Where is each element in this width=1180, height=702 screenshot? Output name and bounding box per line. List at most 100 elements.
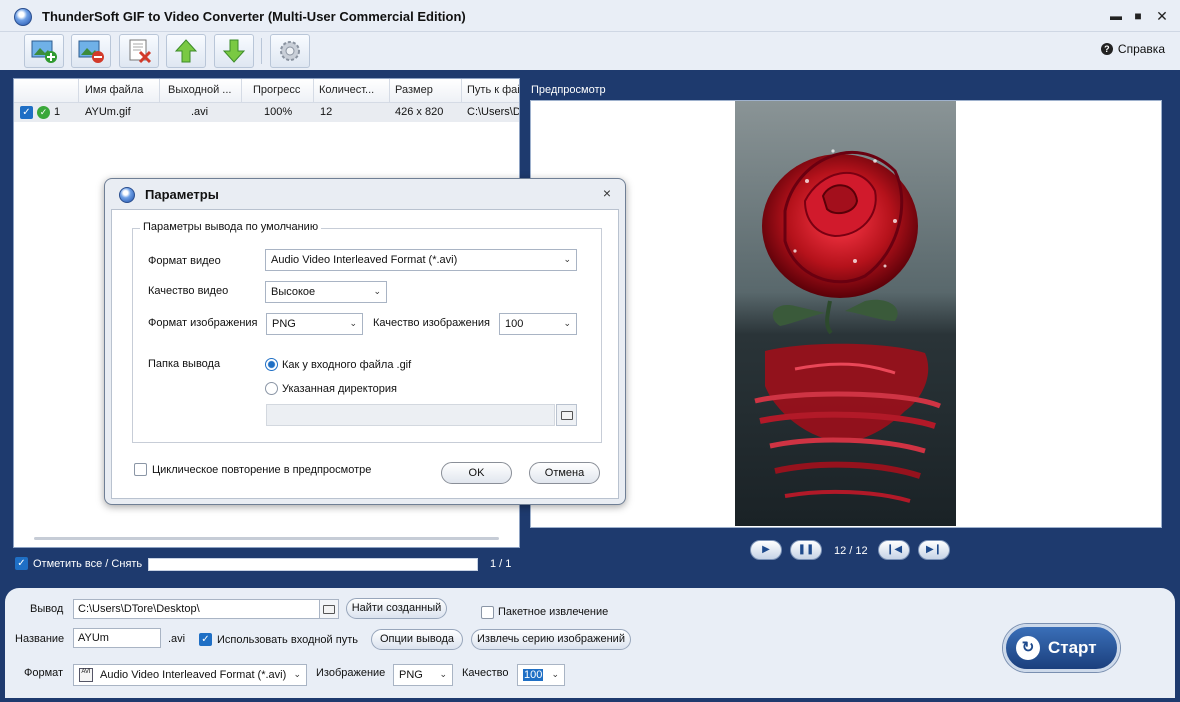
quality-select[interactable]: 100 ⌄ [517,664,565,686]
status-ok-icon: ✓ [37,106,50,119]
frame-counter: 12 / 12 [834,545,868,557]
preview-image [735,101,956,526]
video-quality-select[interactable]: Высокое ⌄ [265,281,387,303]
column-header-output[interactable]: Выходной ... [168,84,242,96]
row-checkbox[interactable]: ✓ [20,106,33,119]
cancel-button[interactable]: Отмена [529,462,600,484]
output-folder-label: Папка вывода [148,358,221,370]
dialog-image-format-select[interactable]: PNG ⌄ [266,313,363,335]
next-frame-button[interactable]: ▶❙ [918,540,950,560]
window-title: ThunderSoft GIF to Video Converter (Mult… [42,9,466,24]
column-header-progress[interactable]: Прогресс [253,84,313,96]
video-format-value: Audio Video Interleaved Format (*.avi) [271,254,458,266]
column-separator[interactable] [241,79,242,103]
row-progress: 100% [264,106,293,118]
prev-frame-button[interactable]: ❙◀ [878,540,910,560]
row-name: AYUm.gif [85,106,131,118]
column-header-name[interactable]: Имя файла [85,84,155,96]
start-label: Старт [1048,638,1097,657]
row-index: 1 [54,106,61,118]
output-label: Вывод [30,603,64,615]
add-file-button[interactable] [24,34,64,68]
move-down-button[interactable] [214,34,254,68]
loop-preview-checkbox[interactable] [134,463,147,476]
progress-bar [148,558,478,571]
browse-output-button[interactable] [319,599,339,619]
maximize-icon[interactable]: ■ [1130,8,1146,24]
folder-icon [323,605,335,614]
start-button[interactable]: ↻ Старт [1003,624,1120,672]
group-title: Параметры вывода по умолчанию [140,221,322,233]
refresh-icon: ↻ [1016,636,1040,660]
browse-directory-button[interactable] [556,404,577,426]
video-format-select[interactable]: Audio Video Interleaved Format (*.avi) ⌄ [265,249,577,271]
move-up-button[interactable] [166,34,206,68]
image-format-value: PNG [399,669,423,681]
preview-label: Предпросмотр [531,84,606,96]
image-quality-value: 100 [505,318,524,330]
format-select[interactable]: AVI Audio Video Interleaved Format (*.av… [73,664,307,686]
custom-directory-field[interactable] [266,404,555,426]
arrow-up-icon [174,39,198,63]
remove-file-button[interactable] [71,34,111,68]
image-format-select[interactable]: PNG ⌄ [393,664,453,686]
chevron-down-icon: ⌄ [293,669,301,679]
avi-format-icon: AVI [79,668,93,682]
clear-list-button[interactable] [119,34,159,68]
gear-icon [280,41,300,61]
radio-custom-directory[interactable] [265,382,278,395]
name-field[interactable]: AYUm [73,628,161,648]
minimize-icon[interactable]: ▬ [1108,8,1124,24]
file-list-header: Имя файла Выходной ... Прогресс Количест… [14,79,519,103]
dialog-image-format-value: PNG [272,318,296,330]
add-image-icon [31,40,57,63]
batch-extract-checkbox[interactable] [481,606,494,619]
find-created-button[interactable]: Найти созданный [346,598,447,619]
batch-extract-label: Пакетное извлечение [498,606,609,618]
name-label: Название [15,633,65,645]
radio-same-as-input-label: Как у входного файла .gif [282,359,412,371]
chevron-down-icon: ⌄ [373,286,381,296]
column-separator[interactable] [461,79,462,103]
image-quality-label: Качество изображения [373,317,490,329]
help-link[interactable]: ? Справка [1100,42,1165,56]
folder-icon [561,411,573,420]
play-button[interactable]: ▶ [750,540,782,560]
close-icon[interactable]: ✕ [1154,8,1170,24]
row-count: 12 [320,106,333,118]
column-separator[interactable] [78,79,79,103]
dialog-app-icon [119,187,135,203]
select-all-checkbox[interactable]: ✓ [15,557,28,570]
horizontal-scrollbar[interactable] [34,537,499,540]
format-select-value: Audio Video Interleaved Format (*.avi) [100,669,287,681]
ok-button[interactable]: OK [441,462,512,484]
column-header-size[interactable]: Размер [395,84,455,96]
extract-image-series-button[interactable]: Извлечь серию изображений [471,629,631,650]
output-options-button[interactable]: Опции вывода [371,629,463,650]
table-row[interactable]: ✓ ✓ 1 AYUm.gif .avi 100% 12 426 x 820 C:… [14,103,519,122]
help-label: Справка [1117,42,1165,56]
column-header-count[interactable]: Количест... [319,84,389,96]
row-output: .avi [191,106,209,118]
row-size: 426 x 820 [395,106,444,118]
column-header-path[interactable]: Путь к фай [467,84,519,96]
remove-image-icon [78,40,104,63]
toolbar: ? Справка [0,32,1180,70]
dialog-body: Параметры вывода по умолчанию Формат вид… [111,209,619,499]
arrow-down-icon [222,39,246,63]
column-separator[interactable] [389,79,390,103]
image-label: Изображение [316,667,386,679]
settings-button[interactable] [270,34,310,68]
column-separator[interactable] [159,79,160,103]
chevron-down-icon: ⌄ [563,254,571,264]
image-quality-select[interactable]: 100 ⌄ [499,313,577,335]
column-separator[interactable] [313,79,314,103]
row-path: C:\Users\D [467,106,519,118]
radio-custom-directory-label: Указанная директория [282,383,397,395]
pause-button[interactable]: ❚❚ [790,540,822,560]
use-input-path-checkbox[interactable]: ✓ [199,633,212,646]
radio-same-as-input[interactable] [265,358,278,371]
chevron-down-icon: ⌄ [349,318,357,328]
output-path-field[interactable]: C:\Users\DTore\Desktop\ [73,599,320,619]
dialog-close-icon[interactable]: × [603,185,611,201]
